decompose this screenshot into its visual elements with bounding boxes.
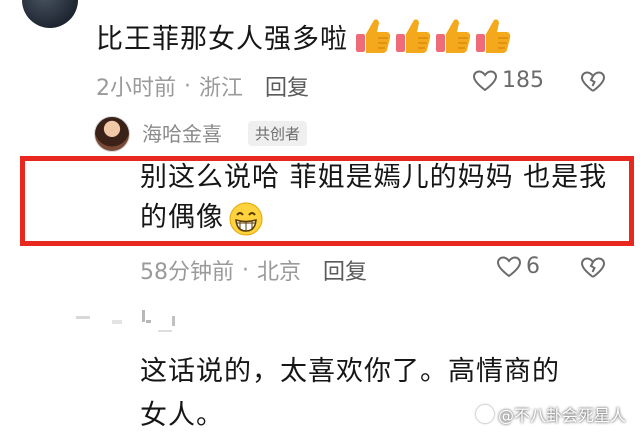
heart-outline-icon bbox=[472, 69, 498, 91]
broken-heart-icon[interactable] bbox=[580, 70, 606, 94]
comment-location: 浙江 bbox=[199, 76, 244, 101]
thumbs-up-emoji bbox=[436, 19, 471, 53]
watermark-logo-icon bbox=[475, 405, 494, 423]
like-button[interactable]: 185 bbox=[472, 68, 544, 93]
reply-meta: 58分钟前 · 北京 回复 bbox=[140, 254, 367, 286]
meta-separator: · bbox=[184, 73, 191, 99]
blurred-username bbox=[76, 310, 175, 332]
comment-time: 2小时前 bbox=[96, 76, 176, 101]
reply-body: 别这么说哈 菲姐是嫣儿的妈妈 也是我的偶像 bbox=[140, 162, 608, 233]
reply-location: 北京 bbox=[257, 260, 302, 285]
thumbs-up-emoji bbox=[396, 19, 431, 53]
like-count: 185 bbox=[502, 68, 544, 93]
commenter-avatar[interactable] bbox=[22, 0, 78, 28]
reply-avatar[interactable] bbox=[94, 116, 130, 152]
emoji-row bbox=[354, 16, 514, 56]
reply-time: 58分钟前 bbox=[140, 260, 234, 285]
grinning-face-emoji bbox=[229, 202, 263, 235]
comment-meta: 2小时前 · 浙江 回复 bbox=[96, 70, 309, 102]
watermark: @不八卦会死星人 bbox=[475, 402, 626, 426]
broken-heart-icon[interactable] bbox=[580, 256, 606, 280]
thumbs-up-emoji bbox=[356, 19, 391, 53]
heart-outline-icon bbox=[496, 255, 522, 277]
reply-like-count: 6 bbox=[526, 254, 540, 279]
thumbs-up-emoji bbox=[476, 19, 511, 53]
meta-separator: · bbox=[242, 257, 249, 283]
reply-button[interactable]: 回复 bbox=[265, 70, 309, 102]
reply-button[interactable]: 回复 bbox=[323, 254, 367, 286]
reply-text: 别这么说哈 菲姐是嫣儿的妈妈 也是我的偶像 bbox=[140, 158, 610, 238]
watermark-text: @不八卦会死星人 bbox=[497, 406, 626, 425]
reply-like-button[interactable]: 6 bbox=[496, 254, 540, 279]
reply-username[interactable]: 海哈金喜 bbox=[142, 118, 222, 147]
creator-badge: 共创者 bbox=[248, 121, 308, 146]
comment-body: 比王菲那女人强多啦 bbox=[96, 23, 348, 55]
comment-text: 比王菲那女人强多啦 bbox=[96, 16, 514, 56]
